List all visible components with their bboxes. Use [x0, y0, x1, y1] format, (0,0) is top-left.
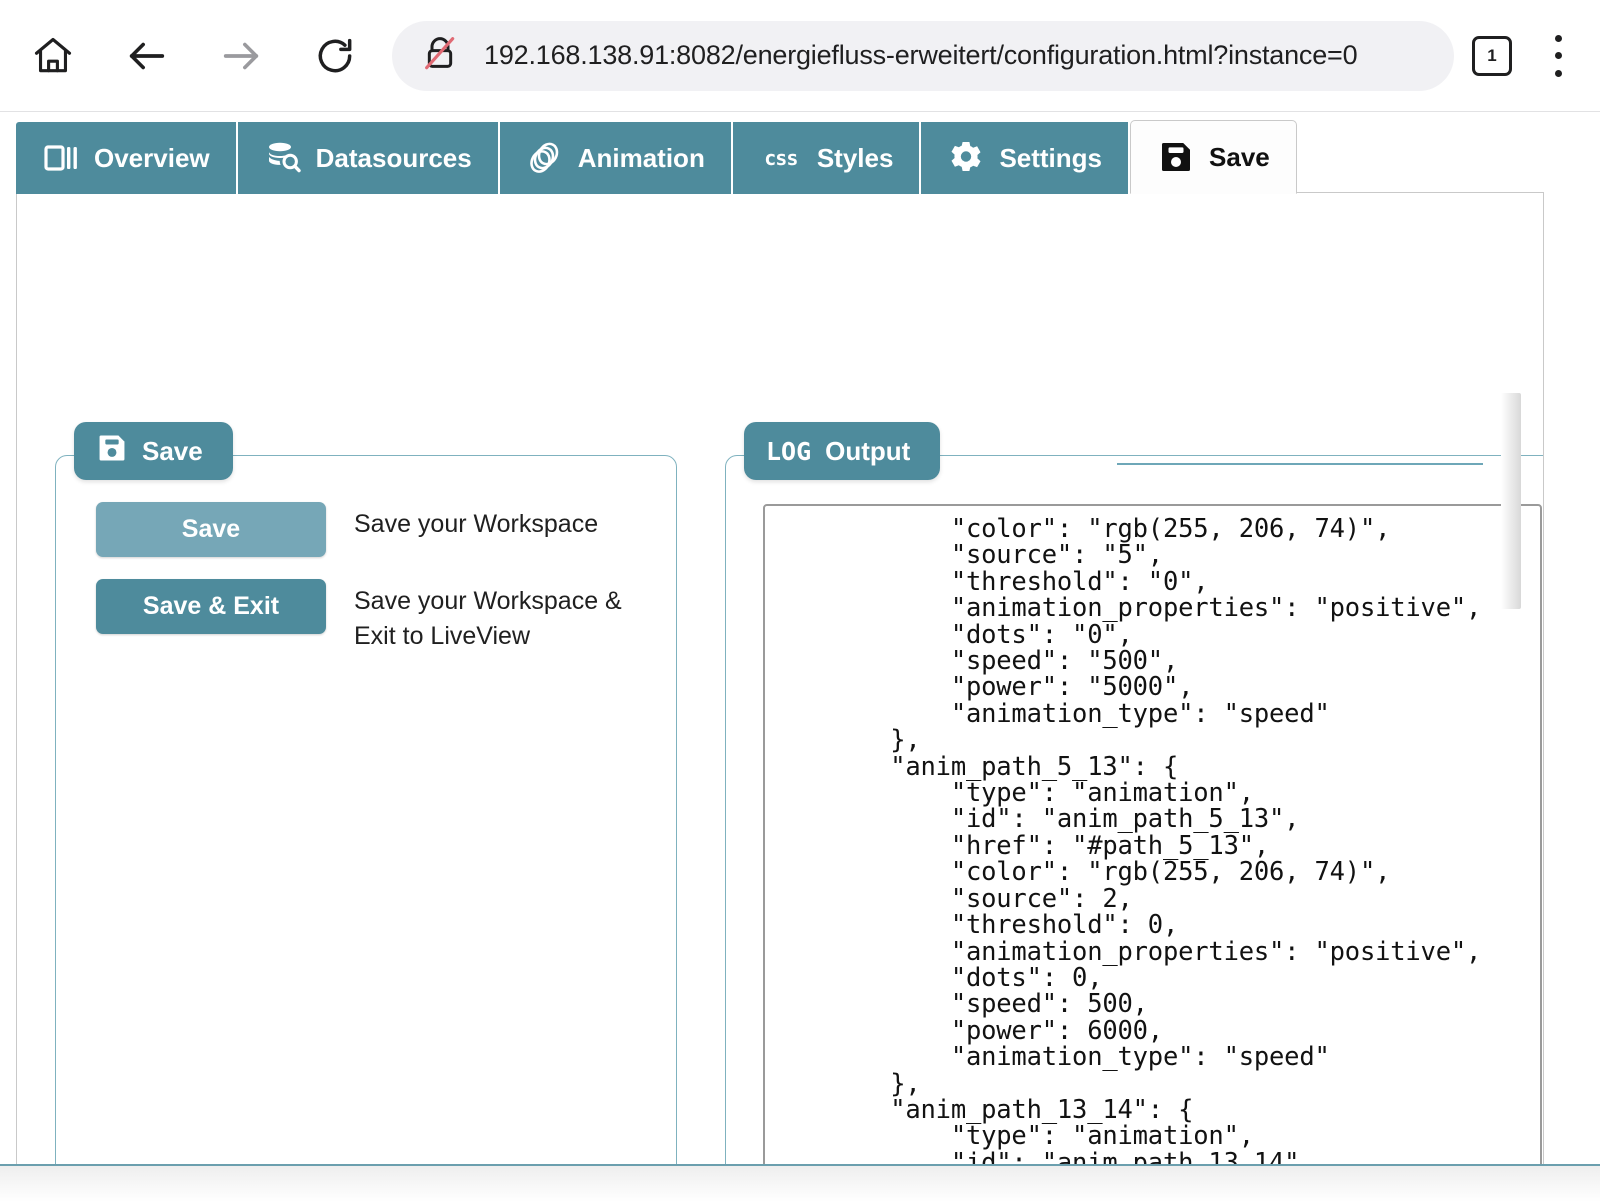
output-card: LOG Output "color": "rgb(255, 206, 74)",… — [725, 422, 1543, 1201]
floppy-disk-icon — [96, 432, 128, 471]
config-content: Save Save Save your Workspace Save & Exi… — [17, 193, 1543, 1201]
save-and-exit-button[interactable]: Save & Exit — [96, 579, 326, 634]
reload-button[interactable] — [304, 25, 366, 87]
kebab-dot-icon — [1554, 69, 1562, 77]
kebab-dot-icon — [1554, 52, 1562, 59]
config-content-frame: Save Save Save your Workspace Save & Exi… — [16, 192, 1544, 1202]
tab-datasources[interactable]: Datasources — [237, 122, 500, 194]
output-card-title: Output — [825, 435, 911, 466]
tab-label: Overview — [94, 142, 210, 173]
tab-count-label: 1 — [1487, 45, 1497, 65]
save-row: Save Save your Workspace — [96, 502, 676, 557]
home-button[interactable] — [22, 25, 84, 87]
save-actions: Save Save your Workspace Save & Exit Sav… — [56, 456, 676, 653]
not-secure-icon[interactable] — [420, 33, 460, 78]
output-log-text: "color": "rgb(255, 206, 74)", "source": … — [890, 514, 1482, 1201]
gear-icon — [947, 139, 985, 177]
tab-label: Datasources — [315, 142, 472, 173]
url-text: 192.168.138.91:8082/energiefluss-erweite… — [484, 40, 1358, 70]
clone-layers-icon — [526, 139, 564, 177]
save-and-exit-description: Save your Workspace & Exit to LiveView — [354, 587, 622, 650]
config-tabbar: Overview Datasources Animation css Style… — [16, 120, 1297, 194]
bottom-shadow — [0, 1166, 1600, 1202]
table-columns-icon — [42, 139, 80, 177]
output-card-legend: LOG Output — [744, 422, 941, 480]
tab-save[interactable]: Save — [1130, 120, 1297, 194]
output-log-box[interactable]: "color": "rgb(255, 206, 74)", "source": … — [763, 504, 1542, 1201]
back-button[interactable] — [116, 25, 178, 87]
tab-label: Save — [1209, 141, 1270, 172]
forward-button[interactable] — [210, 25, 272, 87]
tab-animation[interactable]: Animation — [499, 122, 733, 194]
panel-hairline — [1117, 463, 1483, 465]
browser-toolbar: 192.168.138.91:8082/energiefluss-erweite… — [0, 0, 1600, 112]
back-arrow-icon — [124, 33, 170, 79]
reload-icon — [313, 34, 357, 78]
save-description: Save your Workspace — [354, 510, 599, 538]
tab-label: Settings — [999, 142, 1103, 173]
css-icon: css — [764, 146, 798, 170]
database-search-icon — [264, 139, 302, 177]
address-bar[interactable]: 192.168.138.91:8082/energiefluss-erweite… — [392, 20, 1454, 91]
kebab-dot-icon — [1554, 34, 1562, 42]
tab-label: Styles — [816, 142, 894, 173]
log-icon: LOG — [766, 436, 812, 466]
save-row: Save & Exit Save your Workspace & Exit t… — [96, 579, 676, 653]
tab-settings[interactable]: Settings — [921, 122, 1131, 194]
save-card: Save Save Save your Workspace Save & Exi… — [55, 422, 677, 1201]
tab-styles[interactable]: css Styles — [732, 122, 922, 194]
app-root: Overview Datasources Animation css Style… — [0, 112, 1600, 1202]
floppy-disk-icon — [1157, 138, 1195, 176]
save-card-title: Save — [142, 435, 203, 466]
home-icon — [31, 34, 75, 78]
save-card-legend: Save — [74, 422, 233, 480]
tab-counter-button[interactable]: 1 — [1472, 35, 1512, 76]
browser-menu-button[interactable] — [1538, 32, 1578, 80]
output-scrollbar-thumb[interactable] — [1501, 393, 1521, 609]
tab-label: Animation — [577, 142, 705, 173]
save-button[interactable]: Save — [96, 502, 326, 557]
tab-overview[interactable]: Overview — [16, 122, 238, 194]
forward-arrow-icon — [218, 33, 264, 79]
